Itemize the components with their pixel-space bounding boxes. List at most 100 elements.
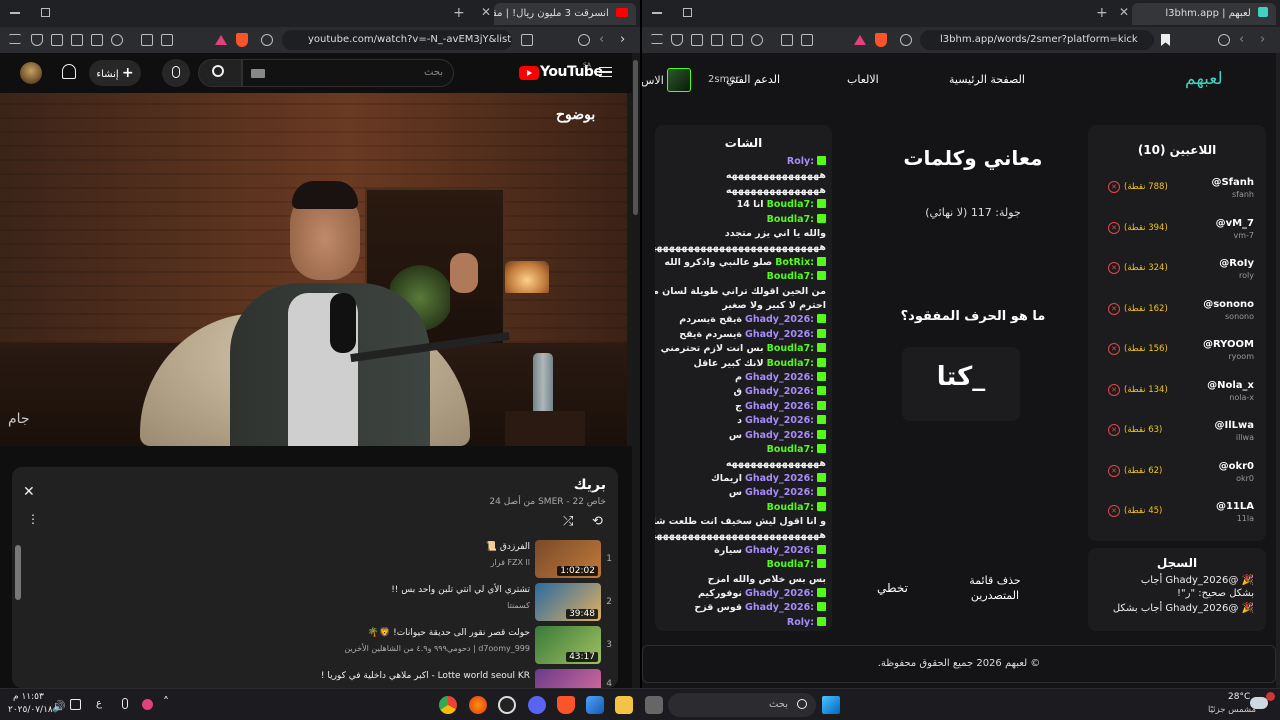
screenshot-icon[interactable] bbox=[141, 34, 153, 46]
video-thumbnail[interactable] bbox=[535, 669, 601, 688]
weather-desc[interactable]: مشمس جزئيًا bbox=[1208, 705, 1256, 715]
tab-l3bhm[interactable]: l3bhm.app | لعبهم bbox=[1132, 3, 1276, 25]
forward-icon[interactable]: › bbox=[1260, 32, 1265, 47]
brave-rewards-icon[interactable] bbox=[215, 35, 227, 45]
new-tab-icon[interactable]: + bbox=[453, 5, 465, 21]
window-min-icon[interactable] bbox=[10, 12, 20, 14]
language-indicator[interactable]: ع bbox=[96, 698, 102, 709]
repeat-icon[interactable]: ⟲ bbox=[592, 514, 603, 529]
obs-icon[interactable] bbox=[498, 696, 516, 714]
nav-link-support[interactable]: الدعم الفني bbox=[726, 73, 780, 86]
remove-player-icon[interactable]: ✕ bbox=[1108, 424, 1120, 436]
weather-temp[interactable]: 28°C bbox=[1228, 692, 1250, 702]
back-icon[interactable]: ‹ bbox=[599, 32, 604, 47]
weather-cloud-icon[interactable] bbox=[1250, 697, 1268, 709]
playlist-item[interactable]: 2 39:48 تشتري الأي لي انتي تلبن واحد بس … bbox=[12, 583, 618, 623]
microphone-icon[interactable] bbox=[122, 698, 128, 709]
bookmark-flag-icon[interactable] bbox=[1161, 34, 1170, 46]
chat-messages[interactable]: Roly: هههههههههههههههه هههههههههههههههه Bo… bbox=[655, 155, 832, 631]
notifications-bell-icon[interactable] bbox=[62, 64, 76, 79]
taskbar-search[interactable]: بحث bbox=[668, 693, 816, 717]
chat-username[interactable]: Ghady_2026: bbox=[745, 329, 814, 340]
window-min-icon[interactable] bbox=[652, 12, 662, 14]
video-thumbnail[interactable]: 43:17 bbox=[535, 626, 601, 664]
task-view-icon[interactable] bbox=[645, 696, 663, 714]
file-explorer-icon[interactable] bbox=[615, 696, 633, 714]
bookmark-icon[interactable] bbox=[711, 34, 723, 46]
remove-player-icon[interactable]: ✕ bbox=[1108, 221, 1120, 234]
volume-icon[interactable]: 🔊 bbox=[52, 700, 66, 713]
remove-player-icon[interactable]: ✕ bbox=[1108, 343, 1120, 355]
menu-icon[interactable] bbox=[651, 34, 663, 44]
skip-button[interactable]: تخطي bbox=[877, 581, 908, 595]
brave-rewards-icon[interactable] bbox=[854, 35, 866, 45]
chat-username[interactable]: Boudla7: bbox=[767, 199, 814, 210]
chat-username[interactable]: Ghady_2026: bbox=[745, 430, 814, 441]
remove-player-icon[interactable]: ✕ bbox=[1108, 464, 1120, 477]
playlist-item[interactable]: 1 1:02:02 الفرزدق 📜 FZX ll فرار bbox=[12, 540, 618, 580]
window-max-icon[interactable] bbox=[41, 8, 50, 17]
clock-time[interactable]: ١١:٥٣ م bbox=[13, 692, 44, 702]
chat-username[interactable]: Boudla7: bbox=[767, 358, 814, 369]
remove-player-icon[interactable]: ✕ bbox=[1108, 181, 1120, 193]
keyboard-icon[interactable] bbox=[251, 69, 265, 78]
delete-leaderboard-button[interactable]: حذف قائمة المتصدرين bbox=[964, 573, 1026, 603]
chat-username[interactable]: Ghady_2026: bbox=[745, 487, 814, 498]
network-icon[interactable] bbox=[70, 699, 81, 710]
share-icon[interactable] bbox=[900, 34, 912, 46]
page-scroll-thumb[interactable] bbox=[633, 60, 638, 215]
chevron-up-icon[interactable]: ˄ bbox=[163, 695, 169, 709]
remove-player-icon[interactable]: ✕ bbox=[1108, 262, 1120, 274]
brave-icon[interactable] bbox=[557, 696, 575, 714]
chrome-icon[interactable] bbox=[439, 696, 457, 714]
music-icon[interactable] bbox=[751, 34, 763, 46]
search-input[interactable]: بحث bbox=[242, 59, 454, 87]
chat-username[interactable]: Ghady_2026: bbox=[745, 372, 814, 383]
nav-link-games[interactable]: الالعاب bbox=[847, 73, 879, 86]
create-button[interactable]: + إنشاء bbox=[89, 60, 141, 86]
chat-username[interactable]: Roly: bbox=[787, 156, 814, 167]
start-windows-icon[interactable] bbox=[822, 696, 840, 714]
video-player[interactable]: بوضوح جام bbox=[0, 93, 632, 446]
shield-icon[interactable] bbox=[31, 34, 43, 46]
bookmark-icon[interactable] bbox=[71, 34, 83, 46]
playlist-item[interactable]: 4 Lotte world seoul KR - اكبر ملاهي داخل… bbox=[12, 669, 618, 688]
avatar[interactable] bbox=[20, 62, 42, 84]
url-bar[interactable]: youtube.com/watch?v=-N_-avEM3jY&list... bbox=[282, 30, 512, 50]
new-tab-icon[interactable]: + bbox=[1096, 5, 1108, 21]
video-thumbnail[interactable]: 39:48 bbox=[535, 583, 601, 621]
sidebar-icon[interactable] bbox=[91, 34, 103, 46]
chat-username[interactable]: Boudla7: bbox=[767, 343, 814, 354]
remove-player-icon[interactable]: ✕ bbox=[1108, 302, 1120, 315]
chat-username[interactable]: BotRix: bbox=[775, 257, 814, 268]
playlist-item[interactable]: 3 43:17 حولت قصر نقور الى حديقة حيوانات!… bbox=[12, 626, 618, 666]
puzzle-icon[interactable] bbox=[801, 34, 813, 46]
clock-date[interactable]: ٢٠٢٥/٠٧/١٨ bbox=[8, 705, 53, 715]
brave-shield-icon[interactable] bbox=[236, 33, 248, 47]
extensions-icon[interactable] bbox=[51, 34, 63, 46]
tab-close-icon[interactable]: ✕ bbox=[481, 5, 491, 19]
window-max-icon[interactable] bbox=[683, 8, 692, 17]
chat-username[interactable]: Ghady_2026: bbox=[745, 602, 814, 613]
extensions-icon[interactable] bbox=[691, 34, 703, 46]
url-bar[interactable]: l3bhm.app/words/2smer?platform=kick bbox=[920, 30, 1154, 50]
remove-player-icon[interactable]: ✕ bbox=[1108, 383, 1120, 396]
location-icon[interactable] bbox=[142, 699, 153, 710]
tab-close-icon[interactable]: ✕ bbox=[1119, 5, 1129, 19]
page-scrollbar[interactable] bbox=[1276, 53, 1280, 688]
shuffle-icon[interactable]: ⤮ bbox=[563, 514, 573, 529]
reload-icon[interactable] bbox=[1218, 34, 1230, 46]
chat-username[interactable]: Ghady_2026: bbox=[745, 473, 814, 484]
music-icon[interactable] bbox=[111, 34, 123, 46]
brave-shield-icon[interactable] bbox=[875, 33, 887, 47]
close-icon[interactable]: ✕ bbox=[23, 484, 35, 500]
notification-badge[interactable] bbox=[1266, 692, 1275, 701]
chat-username[interactable]: Boudla7: bbox=[767, 559, 814, 570]
user-avatar[interactable] bbox=[667, 68, 691, 92]
chat-username[interactable]: Ghady_2026: bbox=[745, 545, 814, 556]
tab-youtube[interactable]: انسرقت 3 مليون ريال! | مقرع ع... bbox=[494, 3, 636, 25]
share-icon[interactable] bbox=[261, 34, 273, 46]
firefox-icon[interactable] bbox=[469, 696, 487, 714]
chat-username[interactable]: Boudla7: bbox=[767, 502, 814, 513]
forward-icon[interactable]: › bbox=[620, 32, 625, 47]
